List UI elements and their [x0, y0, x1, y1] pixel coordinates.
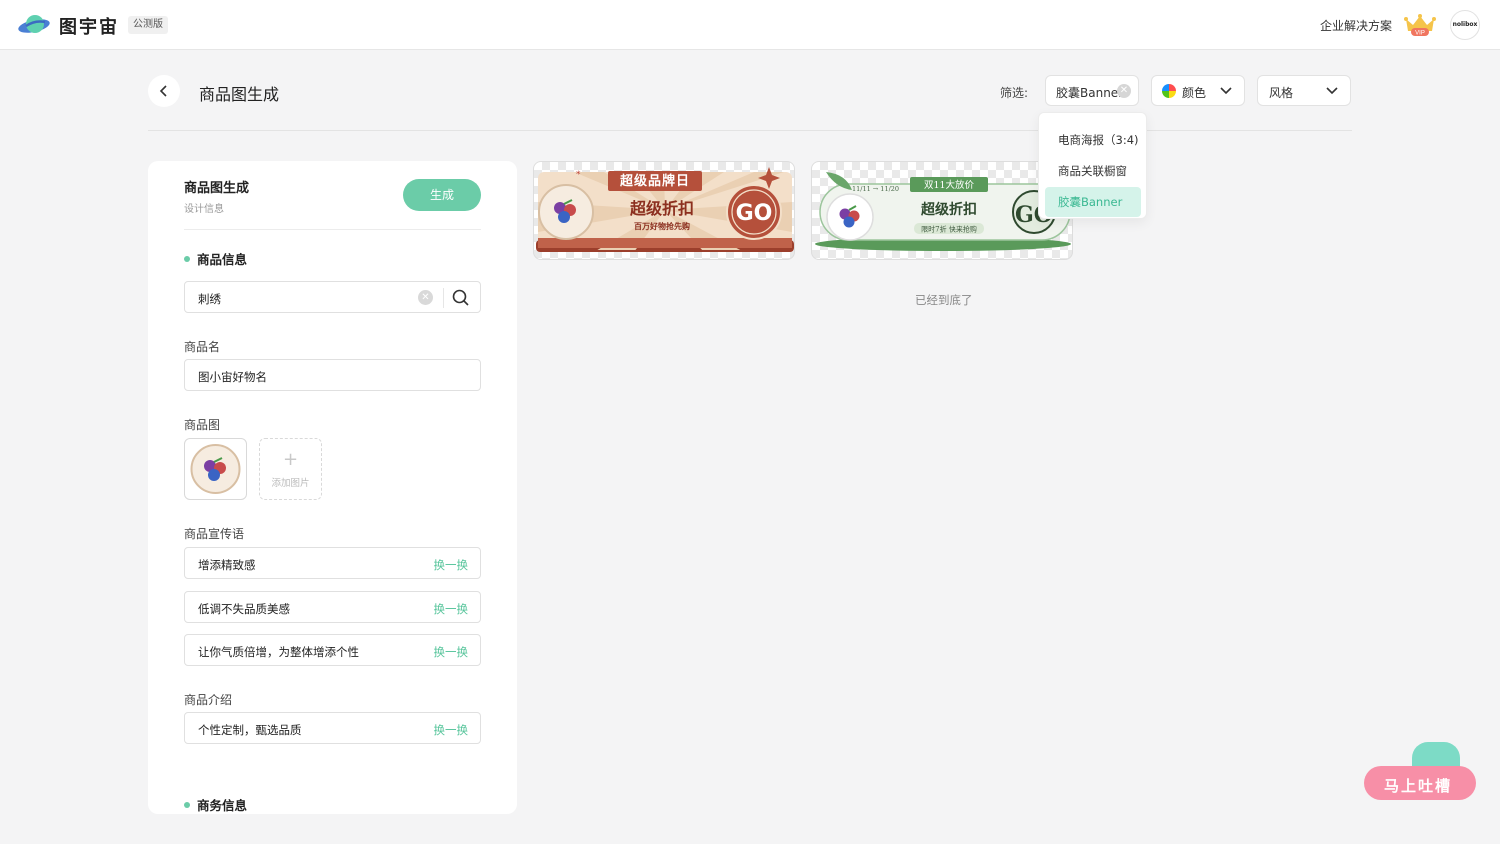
card1-go-text: GO — [736, 201, 773, 226]
planet-logo-icon[interactable] — [18, 12, 52, 38]
slogan-input-3[interactable]: 让你气质倍增，为整体增添个性 换一换 — [184, 634, 481, 666]
back-button[interactable] — [148, 75, 180, 107]
product-image-label: 商品图 — [184, 418, 221, 432]
star-icon: * — [576, 170, 581, 180]
filter-type-value: 胶囊Banner — [1056, 86, 1124, 100]
section-dot — [184, 255, 190, 262]
chevron-down-icon — [1326, 87, 1338, 95]
add-image-button[interactable]: + 添加图片 — [259, 438, 322, 500]
feedback-button[interactable]: 马上吐槽 — [1362, 740, 1478, 802]
product-intro-value: 个性定制，甄选品质 — [198, 723, 302, 737]
user-avatar[interactable]: nolibox — [1450, 10, 1480, 40]
clear-filter-icon[interactable]: ✕ — [1117, 84, 1131, 98]
banner-card-2[interactable]: 11/11 → 11/20 双11大放价 超级折扣 限时7折 快来抢购 GO — [811, 161, 1073, 260]
filter-style-select[interactable]: 风格 — [1257, 75, 1351, 106]
dropdown-item-ecommerce-poster[interactable]: 电商海报（3:4) — [1045, 125, 1141, 155]
end-of-list-text: 已经到底了 — [915, 293, 973, 307]
product-name-label: 商品名 — [184, 340, 221, 354]
berry-product-icon — [190, 444, 241, 494]
product-name-value: 图小宙好物名 — [198, 370, 267, 384]
slogan-value: 增添精致感 — [198, 558, 256, 572]
vip-label: VIP — [1415, 31, 1425, 37]
type-dropdown-menu: 电商海报（3:4) 商品关联橱窗 胶囊Banner — [1038, 112, 1147, 219]
filter-label: 筛选: — [1000, 86, 1029, 100]
design-info-panel: 商品图生成 设计信息 生成 商品信息 刺绣 ✕ 商品名 图小宙好物名 商品图 +… — [148, 161, 517, 814]
vip-crown-icon[interactable]: VIP — [1404, 13, 1436, 37]
color-wheel-icon — [1162, 84, 1176, 98]
brand-name[interactable]: 图宇宙 — [59, 13, 119, 39]
chevron-down-icon — [1220, 87, 1232, 95]
feedback-label: 马上吐槽 — [1384, 777, 1453, 795]
search-icon[interactable] — [451, 288, 471, 308]
card1-sub: 百万好物抢先购 — [634, 221, 690, 231]
generate-button[interactable]: 生成 — [403, 179, 481, 211]
card1-ribbon-text: 超级品牌日 — [620, 173, 690, 189]
section-dot — [184, 801, 190, 808]
swap-button[interactable]: 换一换 — [434, 601, 469, 617]
slogan-label: 商品宣传语 — [184, 527, 245, 541]
product-search-input[interactable]: 刺绣 ✕ — [184, 281, 481, 313]
slogan-input-1[interactable]: 增添精致感 换一换 — [184, 547, 481, 579]
dropdown-item-capsule-banner[interactable]: 胶囊Banner — [1045, 187, 1141, 217]
filter-color-select[interactable]: 颜色 — [1151, 75, 1245, 106]
search-value: 刺绣 — [198, 292, 221, 306]
beta-badge: 公测版 — [128, 16, 168, 34]
swap-button[interactable]: 换一换 — [434, 557, 469, 573]
card2-headline: 超级折扣 — [920, 201, 977, 218]
slogan-value: 低调不失品质美感 — [198, 602, 290, 616]
panel-subtitle: 设计信息 — [184, 204, 224, 215]
swap-button[interactable]: 换一换 — [434, 644, 469, 660]
add-image-label: 添加图片 — [271, 478, 310, 489]
banner-card-1[interactable]: 超级品牌日 超级折扣 百万好物抢先购 GO * — [533, 161, 795, 260]
plus-icon: + — [282, 449, 299, 470]
filter-color-label: 颜色 — [1182, 86, 1207, 100]
filter-type-select[interactable]: 胶囊Banner ✕ — [1045, 75, 1139, 106]
card2-sub: 限时7折 快来抢购 — [921, 225, 977, 234]
panel-divider — [184, 229, 481, 230]
header-divider — [148, 130, 1352, 131]
search-separator — [443, 288, 444, 308]
chevron-left-icon — [159, 85, 167, 97]
slogan-value: 让你气质倍增，为整体增添个性 — [198, 645, 359, 659]
filter-style-label: 风格 — [1269, 86, 1294, 100]
product-info-heading: 商品信息 — [184, 249, 247, 268]
clear-search-icon[interactable]: ✕ — [418, 290, 433, 305]
panel-title: 商品图生成 — [184, 181, 250, 196]
product-intro-input[interactable]: 个性定制，甄选品质 换一换 — [184, 712, 481, 744]
slogan-input-2[interactable]: 低调不失品质美感 换一换 — [184, 591, 481, 623]
product-intro-label: 商品介绍 — [184, 693, 233, 707]
enterprise-solutions-link[interactable]: 企业解决方案 — [1320, 17, 1392, 34]
dropdown-item-product-window[interactable]: 商品关联橱窗 — [1045, 156, 1141, 186]
product-info-heading-text: 商品信息 — [197, 252, 248, 267]
page-title: 商品图生成 — [199, 85, 280, 104]
product-name-input[interactable]: 图小宙好物名 — [184, 359, 481, 391]
card2-dates: 11/11 → 11/20 — [852, 185, 899, 193]
card1-headline: 超级折扣 — [629, 199, 694, 218]
business-info-heading-text: 商务信息 — [197, 798, 248, 813]
swap-button[interactable]: 换一换 — [434, 722, 469, 738]
card2-ribbon-text: 双11大放价 — [924, 179, 975, 191]
business-info-heading: 商务信息 — [184, 795, 247, 814]
top-bar: 图宇宙 公测版 企业解决方案 VIP nolibox — [0, 0, 1500, 50]
product-image-thumbnail[interactable] — [184, 438, 247, 500]
